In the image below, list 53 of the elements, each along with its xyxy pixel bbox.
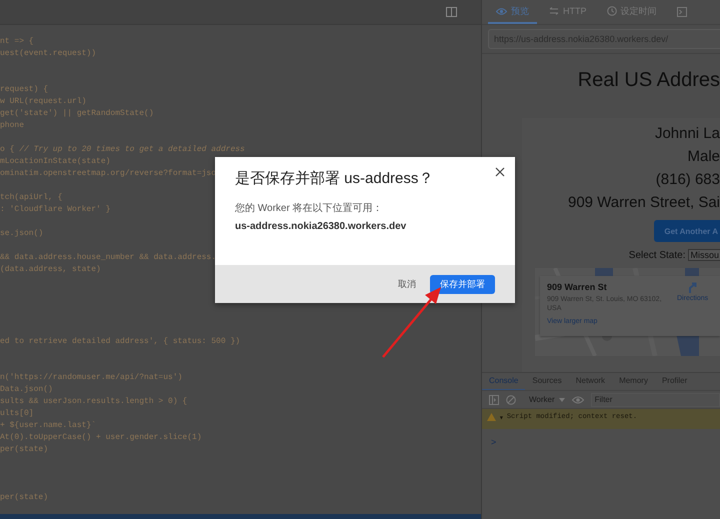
code-line: + ${user.name.last}` [0, 420, 96, 432]
devtools-tab[interactable]: Console [482, 373, 526, 390]
directions-icon [688, 282, 698, 293]
eye-icon [496, 8, 507, 14]
person-name: Johnni La [654, 124, 720, 144]
code-line: ominatim.openstreetmap.org/reverse?format=jso [0, 168, 216, 180]
code-line: se.json() [0, 228, 44, 240]
state-label: Select State: [628, 250, 686, 260]
warning-icon [487, 413, 496, 421]
code-line: per(state) [0, 492, 48, 504]
address-text: 909 Warren Street, Sai [568, 193, 720, 213]
code-line: uest(event.request)) [0, 48, 96, 60]
phone-text: (816) 683 [656, 170, 720, 190]
split-view-icon[interactable] [446, 7, 457, 17]
caret-icon [558, 398, 565, 402]
code-line: mLocationInState(state) [0, 156, 110, 168]
code-line: n('https://randomuser.me/api/?nat=us') [0, 372, 182, 384]
dialog-message: 您的 Worker 将在以下位置可用： [235, 202, 384, 215]
page-title: Real US Addres [578, 69, 720, 92]
expand-glyph[interactable]: ▾ [499, 413, 504, 423]
terminal-icon[interactable] [676, 7, 686, 17]
preview-tab[interactable]: 预览 [488, 0, 537, 24]
sidebar-icon[interactable] [489, 394, 499, 404]
code-line: ults[0] [0, 408, 34, 420]
code-line: : 'Cloudflare Worker' } [0, 204, 110, 216]
console-prompt[interactable]: > [482, 429, 720, 447]
code-line: request) { [0, 84, 48, 96]
code-line: phone [0, 120, 24, 132]
eye-icon[interactable] [572, 396, 584, 404]
code-line: && data.address.house_number && data.address. [0, 252, 216, 264]
code-line: Data.json() [0, 384, 53, 396]
swap-icon [549, 7, 559, 15]
code-line: At(0).toUpperCase() + user.gender.slice(1) [0, 432, 202, 444]
state-select[interactable]: Missou [688, 249, 720, 261]
clear-console-icon[interactable] [506, 394, 516, 404]
clock-icon [606, 6, 616, 16]
code-line: w URL(request.url) [0, 96, 86, 108]
code-line: per(state) [0, 444, 48, 456]
gender-text: Male [687, 147, 720, 167]
code-line: nt => { [0, 36, 34, 48]
save-deploy-button[interactable]: 保存并部署 [430, 274, 495, 294]
code-line: tch(apiUrl, { [0, 192, 62, 204]
cancel-button[interactable]: 取消 [398, 276, 416, 292]
close-icon[interactable] [495, 167, 505, 177]
code-line: o { // Try up to 20 times to get a detailed address [0, 144, 245, 156]
get-address-button[interactable]: Get Another A [654, 220, 720, 242]
dialog-title: 是否保存并部署 us-address？ [235, 169, 434, 188]
code-line: get('state') || getRandomState() [0, 108, 154, 120]
code-line: ed to retrieve detailed address', { status: 500 }) [0, 336, 240, 348]
place-title: 909 Warren St [547, 282, 608, 292]
code-line: (data.address, state) [0, 264, 101, 276]
worker-url: us-address.nokia26380.workers.dev [235, 221, 408, 232]
code-line: sults && userJson.results.length > 0) { [0, 396, 188, 408]
